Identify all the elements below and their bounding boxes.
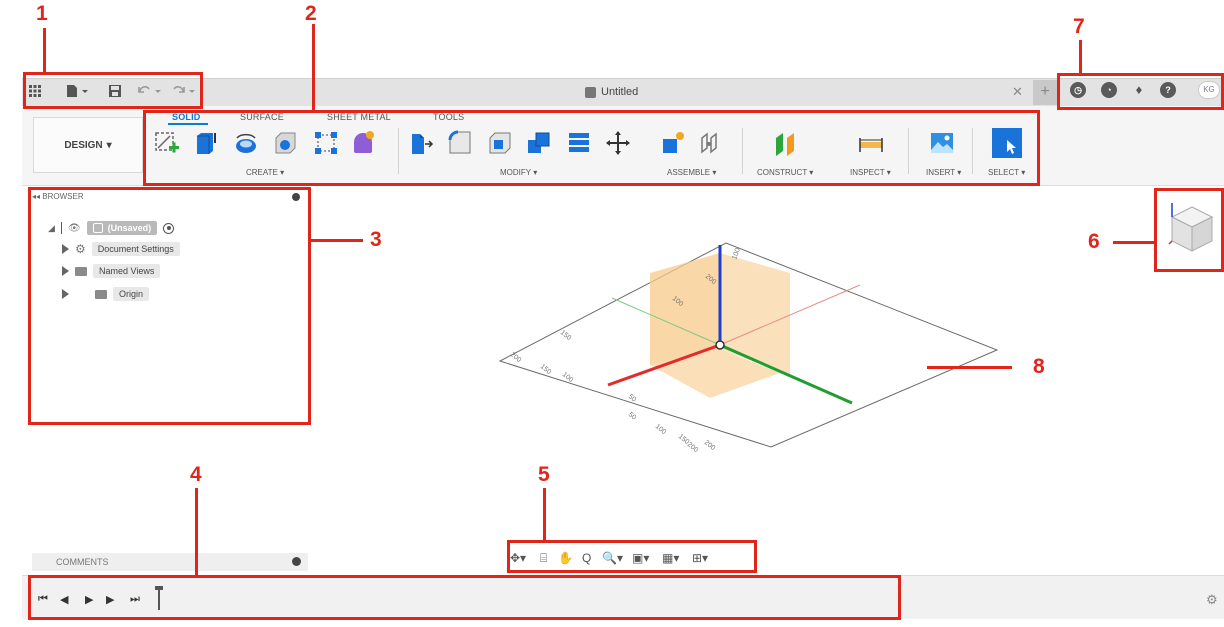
chevron-down-icon: ▾ xyxy=(106,139,112,151)
callout-box-toolbar xyxy=(143,110,1040,186)
callout-line-7 xyxy=(1079,40,1082,74)
callout-number-8: 8 xyxy=(1033,355,1045,378)
grid-tick-label: 100 xyxy=(654,423,668,436)
callout-number-2: 2 xyxy=(305,2,317,25)
comments-panel[interactable]: COMMENTS xyxy=(32,553,308,571)
callout-number-7: 7 xyxy=(1073,15,1085,38)
grid-tick-label: 200 xyxy=(703,439,717,452)
grid-tick-label: 100 xyxy=(731,247,742,260)
grid-tick-label: 50 xyxy=(627,411,638,421)
grid-tick-label: 200 xyxy=(686,441,700,454)
callout-box-quick-access xyxy=(23,72,203,109)
callout-line-6 xyxy=(1113,241,1155,244)
workspace-label: DESIGN xyxy=(64,139,103,151)
callout-box-browser xyxy=(28,187,311,425)
callout-line-5 xyxy=(543,488,546,541)
comments-add-icon[interactable] xyxy=(292,557,301,566)
callout-box-timeline xyxy=(28,575,901,620)
viewport-canvas[interactable]: 100 200 100 150 200 50 100 150 200 50 10… xyxy=(490,215,1010,465)
close-tab-icon[interactable]: ✕ xyxy=(1012,84,1023,100)
callout-number-1: 1 xyxy=(36,2,48,25)
callout-line-3 xyxy=(311,239,363,242)
grid-tick-label: 200 xyxy=(509,351,523,364)
document-icon xyxy=(585,86,596,98)
origin-point xyxy=(715,340,725,350)
callout-box-navigation xyxy=(507,540,757,573)
callout-box-help-bar xyxy=(1057,73,1224,110)
document-tab[interactable]: Untitled xyxy=(585,86,638,98)
callout-number-3: 3 xyxy=(370,228,382,251)
timeline-settings-icon[interactable]: ⚙ xyxy=(1206,592,1218,608)
document-title: Untitled xyxy=(601,86,639,98)
callout-line-8 xyxy=(927,366,1012,369)
grid-tick-label: 150 xyxy=(559,329,573,342)
new-tab-button[interactable]: + xyxy=(1033,80,1057,105)
workspace-switcher[interactable]: DESIGN ▾ xyxy=(33,117,143,173)
callout-line-1 xyxy=(43,28,46,73)
callout-number-4: 4 xyxy=(190,463,202,486)
grid-tick-label: 100 xyxy=(561,371,575,384)
callout-line-2 xyxy=(312,24,315,111)
callout-line-4 xyxy=(195,488,198,576)
callout-box-viewcube xyxy=(1154,188,1224,272)
comments-title: COMMENTS xyxy=(56,557,109,567)
callout-number-5: 5 xyxy=(538,463,550,486)
callout-number-6: 6 xyxy=(1088,230,1100,253)
